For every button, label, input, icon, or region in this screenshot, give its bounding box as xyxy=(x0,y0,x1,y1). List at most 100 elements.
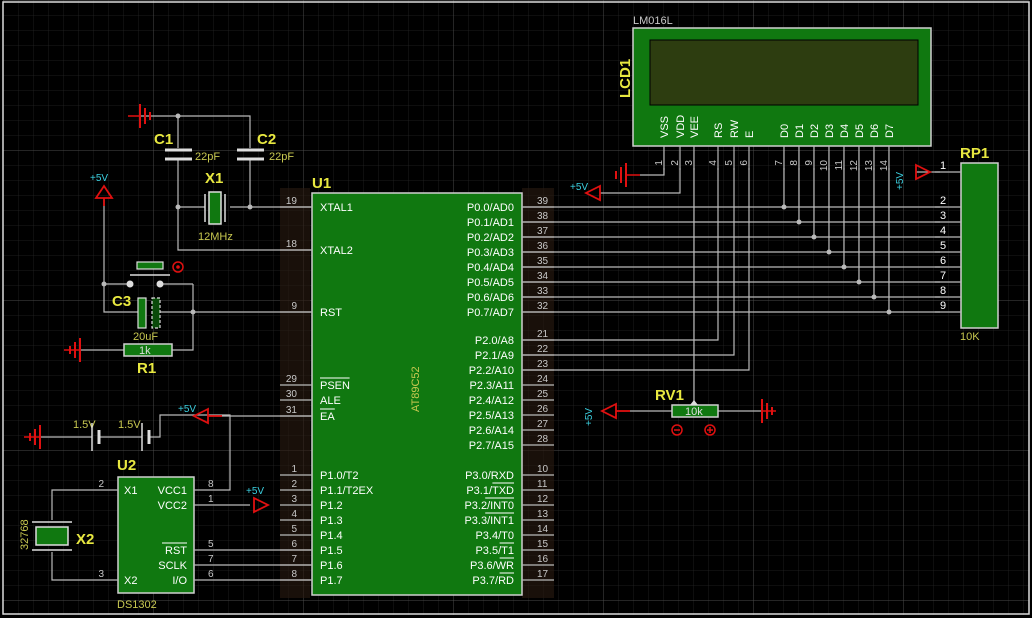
u1-pin-number: 18 xyxy=(286,239,298,250)
lcd-pin-name: VDD xyxy=(675,115,687,138)
u1-pin-name: RST xyxy=(320,307,342,319)
u1-pin-name: PSEN xyxy=(320,380,350,392)
lcd-pin-number: 13 xyxy=(864,160,875,172)
u2-pin-name: X1 xyxy=(124,485,137,497)
u1-pin-name: P3.4/T0 xyxy=(475,530,514,542)
u1-pin-name: P2.7/A15 xyxy=(469,440,514,452)
u2-pin-number: 1 xyxy=(208,494,214,505)
power-label-u2: +5V xyxy=(246,486,264,497)
u1-pin-name: P0.4/AD4 xyxy=(467,262,514,274)
u1-pin-number: 1 xyxy=(291,464,297,475)
schematic-canvas[interactable]: U1 AT89C52 19XTAL118XTAL29RST29PSEN30ALE… xyxy=(0,0,1032,618)
c2-refdes: C2 xyxy=(257,131,276,148)
u1-part-label: AT89C52 xyxy=(410,366,422,412)
u2-refdes: U2 xyxy=(117,457,136,474)
lcd-pin-number: 7 xyxy=(774,160,785,166)
lcd-pin-name: RW xyxy=(729,119,741,138)
u1-pin-name: EA xyxy=(320,411,335,423)
u1-pin-number: 12 xyxy=(537,494,549,505)
lcd-part-label: LM016L xyxy=(633,15,673,27)
u1-pin-name: P1.0/T2 xyxy=(320,470,359,482)
u1-pin-name: P3.6/WR xyxy=(470,560,514,572)
rp1-pin-number: 4 xyxy=(940,225,946,237)
x2-value: 32768 xyxy=(19,519,31,550)
u1-pin-number: 24 xyxy=(537,374,549,385)
u1-pin-name: P1.2 xyxy=(320,500,343,512)
u1-pin-number: 3 xyxy=(291,494,297,505)
rp1-pin-number: 9 xyxy=(940,300,946,312)
lcd-pin-number: 4 xyxy=(708,160,719,166)
u1-pin-name: P0.3/AD3 xyxy=(467,247,514,259)
u1-pin-name: P1.4 xyxy=(320,530,343,542)
u1-pin-name: P1.3 xyxy=(320,515,343,527)
u1-pin-number: 34 xyxy=(537,271,549,282)
u1-pin-number: 10 xyxy=(537,464,549,475)
c1-value: 22pF xyxy=(195,151,220,163)
lcd-pin-name: D7 xyxy=(884,124,896,138)
u1-pin-name: P2.3/A11 xyxy=(470,380,514,392)
u1-pin-number: 14 xyxy=(537,524,549,535)
u1-pin-name: P0.0/AD0 xyxy=(467,202,514,214)
c3-value: 20uF xyxy=(133,331,158,343)
lcd-pin-number: 3 xyxy=(684,160,695,166)
power-label-lcd: +5V xyxy=(570,182,588,193)
r1-value: 1k xyxy=(139,345,151,357)
u1-pin-number: 2 xyxy=(291,479,297,490)
u1-pin-number: 6 xyxy=(291,539,297,550)
rp1-pin-number: 8 xyxy=(940,285,946,297)
u1-pin-number: 7 xyxy=(291,554,297,565)
u1-pin-name: P3.3/INT1 xyxy=(464,515,514,527)
u1-refdes: U1 xyxy=(312,175,331,192)
u1-pin-name: P2.1/A9 xyxy=(475,350,514,362)
lcd-pin-number: 8 xyxy=(789,160,800,166)
u1-pin-name: P2.5/A13 xyxy=(469,410,514,422)
rv1-value: 10k xyxy=(685,406,703,418)
u1-pin-number: 33 xyxy=(537,286,549,297)
u1-pin-name: P0.1/AD1 xyxy=(467,217,514,229)
lcd-pin-number: 11 xyxy=(834,160,845,171)
lcd-screen xyxy=(649,39,919,106)
rp1-pin-number: 6 xyxy=(940,255,946,267)
u1-microcontroller[interactable]: U1 AT89C52 19XTAL118XTAL29RST29PSEN30ALE… xyxy=(280,175,554,598)
x1-refdes: X1 xyxy=(205,170,223,187)
lcd-pin-name: VEE xyxy=(689,116,701,138)
c3-refdes: C3 xyxy=(112,293,131,310)
u2-pin-number: 5 xyxy=(208,539,214,550)
u1-pin-number: 26 xyxy=(537,404,549,415)
u1-pin-number: 16 xyxy=(537,554,549,565)
rp1-pin-number: 7 xyxy=(940,270,946,282)
u2-pin-number: 8 xyxy=(208,479,214,490)
lcd-pin-name: D6 xyxy=(869,124,881,138)
u1-pin-number: 29 xyxy=(286,374,298,385)
u1-pin-name: P2.6/A14 xyxy=(469,425,514,437)
lcd-pin-name: D4 xyxy=(839,124,851,138)
u1-pin-name: P3.5/T1 xyxy=(475,545,514,557)
lcd-pin-number: 10 xyxy=(819,160,830,172)
rp1-value: 10K xyxy=(960,331,980,343)
lcd-pin-number: 9 xyxy=(804,160,815,166)
u2-pin-number: 6 xyxy=(208,569,214,580)
rp1-body xyxy=(960,162,999,329)
lcd-pin-number: 5 xyxy=(724,160,735,166)
lcd-pin-number: 12 xyxy=(849,160,860,172)
u2-pin-name: SCLK xyxy=(158,560,187,572)
u1-pin-name: P0.5/AD5 xyxy=(467,277,514,289)
u1-pin-name: P2.4/A12 xyxy=(469,395,514,407)
u2-pin-name: X2 xyxy=(124,575,137,587)
u1-pin-name: XTAL2 xyxy=(320,245,353,257)
u2-part-label: DS1302 xyxy=(117,599,157,611)
lcd-pin-number: 14 xyxy=(879,160,890,172)
rp1-pin-number: 2 xyxy=(940,195,946,207)
u1-pin-number: 36 xyxy=(537,241,549,252)
u1-pin-number: 27 xyxy=(537,419,549,430)
u1-pin-number: 11 xyxy=(537,479,548,490)
u1-pin-name: P2.0/A8 xyxy=(475,335,514,347)
u1-pin-number: 15 xyxy=(537,539,549,550)
lcd-pin-number: 6 xyxy=(739,160,750,166)
u1-pin-name: P3.2/INT0 xyxy=(464,500,514,512)
u1-pin-number: 39 xyxy=(537,196,549,207)
u1-pin-number: 37 xyxy=(537,226,549,237)
u1-pin-name: P1.6 xyxy=(320,560,343,572)
lcd-pin-name: D0 xyxy=(779,124,791,138)
u1-pin-number: 30 xyxy=(286,389,298,400)
